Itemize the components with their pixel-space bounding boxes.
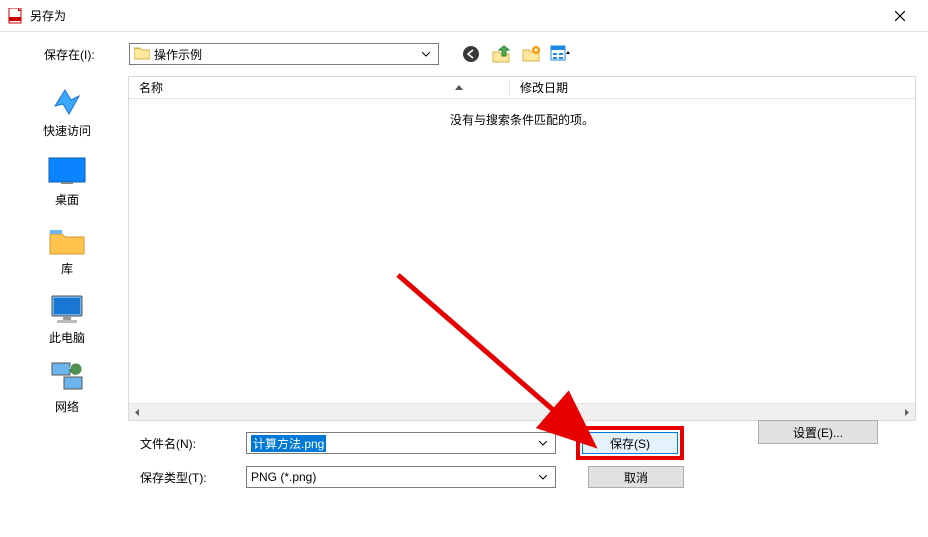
cancel-button-label: 取消 xyxy=(624,469,648,486)
save-in-label: 保存在(I): xyxy=(44,46,119,63)
save-in-combo[interactable]: 操作示例 xyxy=(129,43,439,65)
column-name-label: 名称 xyxy=(139,79,163,96)
empty-message: 没有与搜索条件匹配的项。 xyxy=(450,111,594,128)
scrollbar-track[interactable] xyxy=(146,404,898,421)
folder-icon xyxy=(134,46,150,62)
filename-value: 计算方法.png xyxy=(251,435,326,452)
chevron-down-icon[interactable] xyxy=(535,469,551,485)
places-network[interactable]: 网络 xyxy=(12,356,122,419)
chevron-down-icon[interactable] xyxy=(535,435,551,451)
new-folder-button[interactable] xyxy=(519,43,543,65)
filename-input[interactable]: 计算方法.png xyxy=(246,432,556,454)
save-button[interactable]: 保存(S) xyxy=(582,432,678,454)
places-this-pc[interactable]: 此电脑 xyxy=(12,287,122,350)
back-button[interactable] xyxy=(459,43,483,65)
column-name[interactable]: 名称 xyxy=(129,79,509,96)
desktop-icon xyxy=(46,153,88,189)
places-quick-access[interactable]: 快速访问 xyxy=(12,80,122,143)
network-icon xyxy=(46,360,88,396)
filename-label: 文件名(N): xyxy=(140,435,236,452)
quick-access-icon xyxy=(46,84,88,120)
file-list-area: 名称 修改日期 没有与搜索条件匹配的项。 xyxy=(128,76,916,421)
pdf-app-icon xyxy=(8,8,24,24)
chevron-down-icon[interactable] xyxy=(418,46,434,62)
places-label: 桌面 xyxy=(55,189,79,208)
libraries-icon xyxy=(46,222,88,258)
places-desktop[interactable]: 桌面 xyxy=(12,149,122,212)
sort-indicator-icon xyxy=(455,85,463,90)
column-date[interactable]: 修改日期 xyxy=(510,79,915,96)
places-label: 此电脑 xyxy=(49,327,85,346)
filetype-combo[interactable]: PNG (*.png) xyxy=(246,466,556,488)
column-date-label: 修改日期 xyxy=(520,81,568,95)
view-menu-button[interactable] xyxy=(549,43,573,65)
places-label: 网络 xyxy=(55,396,79,415)
settings-button-label: 设置(E)... xyxy=(793,424,843,441)
filetype-label: 保存类型(T): xyxy=(140,469,236,486)
horizontal-scrollbar[interactable] xyxy=(129,403,915,420)
filetype-value: PNG (*.png) xyxy=(251,470,316,484)
save-button-highlight: 保存(S) xyxy=(576,426,684,460)
places-libraries[interactable]: 库 xyxy=(12,218,122,281)
save-in-value: 操作示例 xyxy=(154,46,202,63)
close-button[interactable] xyxy=(880,0,920,32)
cancel-button[interactable]: 取消 xyxy=(588,466,684,488)
scroll-right-arrow[interactable] xyxy=(898,404,915,421)
places-sidebar: 快速访问 桌面 库 此电脑 xyxy=(12,76,122,421)
places-label: 库 xyxy=(61,258,73,277)
save-button-label: 保存(S) xyxy=(610,435,650,452)
scroll-left-arrow[interactable] xyxy=(129,404,146,421)
dialog-title: 另存为 xyxy=(30,7,880,24)
settings-button[interactable]: 设置(E)... xyxy=(758,420,878,444)
file-list-body[interactable]: 没有与搜索条件匹配的项。 xyxy=(129,99,915,403)
up-button[interactable] xyxy=(489,43,513,65)
column-headers: 名称 修改日期 xyxy=(129,77,915,99)
places-label: 快速访问 xyxy=(43,120,91,139)
titlebar: 另存为 xyxy=(0,0,928,32)
pc-icon xyxy=(46,291,88,327)
